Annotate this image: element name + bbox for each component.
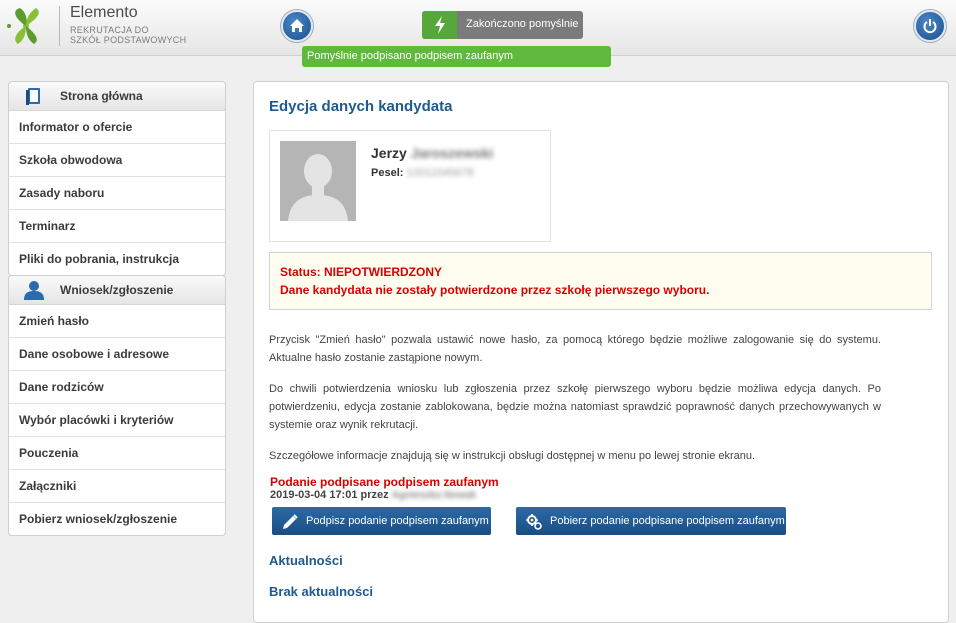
gears-icon — [526, 514, 542, 530]
info-paragraph-instructions: Szczegółowe informacje znajdują się w in… — [269, 450, 756, 462]
sidebar-item-label: Szkoła obwodowa — [19, 153, 123, 167]
candidate-card: Jerzy Jaroszewski Pesel: 12012345678 — [269, 130, 551, 242]
brand-subtitle-line2: SZKÓŁ PODSTAWOWYCH — [70, 35, 187, 45]
signed-status-details: 2019-03-04 17:01 przez Agnieszka Nowak — [270, 489, 476, 501]
candidate-pesel: Pesel: 12012345678 — [371, 167, 474, 179]
sidebar-header-home: Strona główna — [9, 82, 225, 111]
sidebar-item-label: Zmień hasło — [19, 314, 90, 328]
sidebar-section-home: Strona główna Informator o ofercie Szkoł… — [8, 81, 226, 276]
user-icon — [24, 281, 44, 300]
sidebar-item-label: Pouczenia — [19, 446, 79, 460]
sidebar-item-dane-osobowe[interactable]: Dane osobowe i adresowe — [9, 338, 225, 371]
sidebar-item-terminarz[interactable]: Terminarz — [9, 210, 225, 243]
page-title: Edycja danych kandydata — [269, 98, 453, 115]
sidebar-item-zasady-naboru[interactable]: Zasady naboru — [9, 177, 225, 210]
book-icon — [26, 88, 40, 105]
candidate-last-name: Jaroszewski — [410, 145, 494, 161]
pen-icon — [283, 514, 298, 529]
sidebar-item-zalaczniki[interactable]: Załączniki — [9, 470, 225, 503]
pesel-label: Pesel: — [371, 167, 404, 179]
news-empty-message: Brak aktualności — [269, 584, 374, 599]
sidebar-item-label: Dane osobowe i adresowe — [19, 347, 170, 361]
sidebar-section-application: Wniosek/zgłoszenie Zmień hasło Dane osob… — [8, 275, 226, 536]
status-label: Status: NIEPOTWIERDZONY — [280, 265, 443, 279]
sidebar-item-zmien-haslo[interactable]: Zmień hasło — [9, 305, 225, 338]
download-signed-button[interactable]: Pobierz podanie podpisane podpisem zaufa… — [516, 507, 786, 535]
sidebar-item-label: Pobierz wniosek/zgłoszenie — [19, 512, 178, 526]
logout-button[interactable] — [914, 10, 946, 42]
sidebar-item-szkola-obwodowa[interactable]: Szkoła obwodowa — [9, 144, 225, 177]
main-panel: Edycja danych kandydata Jerzy Jaroszewsk… — [253, 81, 949, 623]
brand-subtitle-line1: REKRUTACJA DO — [70, 25, 149, 35]
sidebar-item-label: Pliki do pobrania, instrukcja — [19, 252, 180, 266]
signed-status-title: Podanie podpisane podpisem zaufanym — [270, 475, 499, 489]
sidebar-item-pobierz-wniosek[interactable]: Pobierz wniosek/zgłoszenie — [9, 503, 225, 535]
candidate-first-name: Jerzy — [371, 145, 407, 161]
news-heading: Aktualności — [269, 553, 343, 568]
candidate-avatar — [280, 141, 356, 221]
sidebar-header-application-label: Wniosek/zgłoszenie — [60, 283, 174, 297]
info-paragraph-edit: Do chwili potwierdzenia wniosku lub zgło… — [269, 383, 881, 431]
status-box: Status: NIEPOTWIERDZONY Dane kandydata n… — [269, 252, 932, 310]
status-message: Dane kandydata nie zostały potwierdzone … — [280, 283, 710, 297]
signature-success-text: Pomyślnie podpisano podpisem zaufanym — [307, 50, 514, 62]
power-icon — [923, 19, 937, 34]
sidebar-header-application: Wniosek/zgłoszenie — [9, 276, 225, 305]
signed-date: 2019-03-04 17:01 przez — [270, 489, 389, 501]
sidebar-item-label: Informator o ofercie — [19, 120, 133, 134]
sidebar-item-dane-rodzicow[interactable]: Dane rodziców — [9, 371, 225, 404]
candidate-name: Jerzy Jaroszewski — [371, 145, 493, 161]
info-paragraph-password: Przycisk "Zmień hasło" pozwala ustawić n… — [269, 334, 881, 364]
brand-name: Elemento — [70, 4, 138, 21]
download-signed-label: Pobierz podanie podpisane podpisem zaufa… — [550, 515, 785, 527]
sidebar-header-home-label: Strona główna — [60, 89, 143, 103]
sidebar-item-label: Dane rodziców — [19, 380, 104, 394]
pesel-value: 12012345678 — [406, 167, 474, 179]
sidebar-item-informator[interactable]: Informator o ofercie — [9, 111, 225, 144]
sidebar-item-pouczenia[interactable]: Pouczenia — [9, 437, 225, 470]
sidebar-item-label: Załączniki — [19, 479, 77, 493]
sign-application-label: Podpisz podanie podpisem zaufanym — [306, 515, 489, 527]
brand-subtitle: REKRUTACJA DO SZKÓŁ PODSTAWOWYCH — [70, 25, 186, 45]
home-button[interactable] — [281, 10, 313, 42]
sidebar-item-label: Wybór placówki i kryteriów — [19, 413, 174, 427]
sidebar-item-pliki[interactable]: Pliki do pobrania, instrukcja — [9, 243, 225, 275]
elemento-logo[interactable] — [6, 4, 46, 48]
signature-success-message: Pomyślnie podpisano podpisem zaufanym — [302, 46, 611, 67]
bolt-icon — [422, 11, 457, 39]
logo-divider — [59, 6, 60, 46]
sign-application-button[interactable]: Podpisz podanie podpisem zaufanym — [272, 507, 491, 535]
person-silhouette-icon — [280, 141, 356, 221]
success-toast-text: Zakończono pomyślnie — [466, 18, 579, 30]
sidebar-item-label: Zasady naboru — [19, 186, 105, 200]
signer-name: Agnieszka Nowak — [391, 490, 477, 501]
sidebar-item-wybor-placowki[interactable]: Wybór placówki i kryteriów — [9, 404, 225, 437]
success-toast[interactable]: Zakończono pomyślnie — [422, 11, 583, 39]
home-icon — [290, 19, 304, 32]
sidebar-item-label: Terminarz — [19, 219, 76, 233]
